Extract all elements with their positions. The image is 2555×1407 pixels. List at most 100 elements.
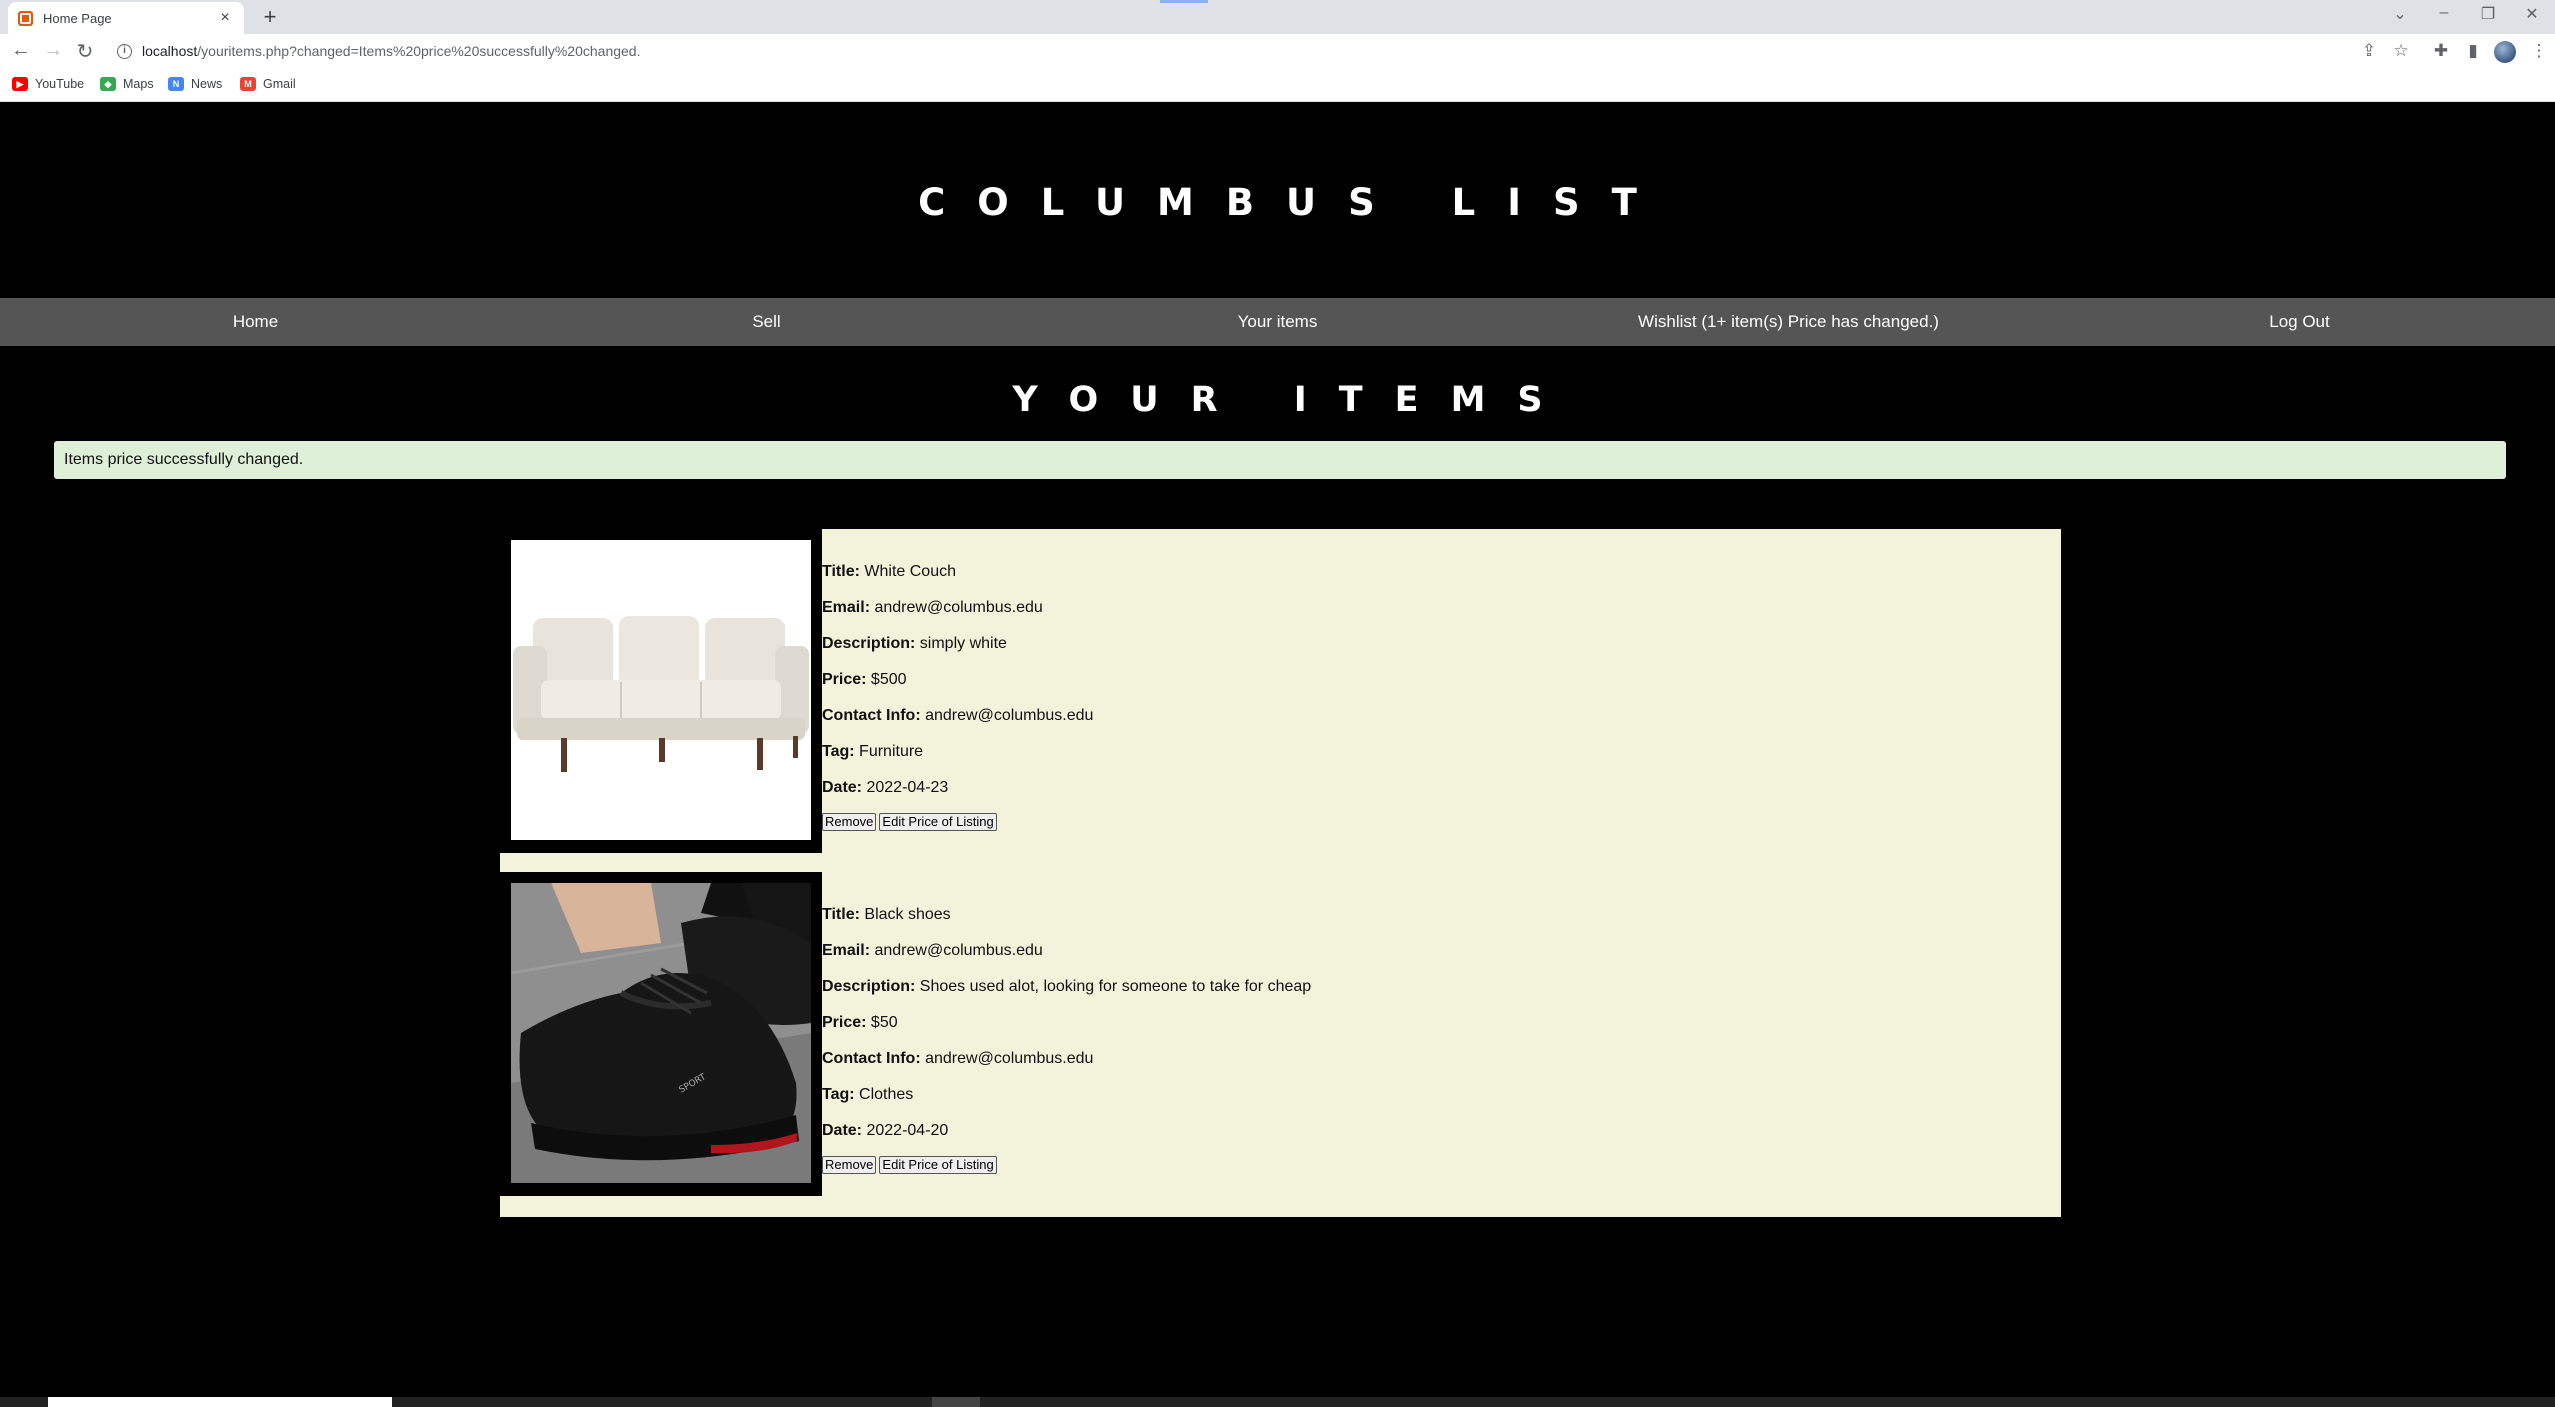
listing-item: SPORT Title: Black shoes Email: andrew@c…	[500, 872, 2061, 1196]
minimize-icon[interactable]: –	[2424, 4, 2464, 22]
bookmark-youtube[interactable]: ▶ YouTube	[12, 77, 84, 91]
side-panel-icon[interactable]: ▮	[2460, 41, 2486, 61]
site-title: COLUMBUS LIST	[918, 181, 1669, 224]
field-label: Email:	[822, 942, 871, 959]
taskbar-segment	[48, 1397, 392, 1407]
listing-date-row: Date: 2022-04-23	[822, 777, 1093, 813]
bookmark-news[interactable]: N News	[168, 77, 222, 91]
browser-toolbar: ← → ↻ i localhost/youritems.php?changed=…	[0, 34, 2555, 70]
listing-description-row: Description: Shoes used alot, looking fo…	[822, 976, 1311, 1012]
field-label: Price:	[822, 1014, 867, 1031]
nav-wishlist[interactable]: Wishlist (1+ item(s) Price has changed.)	[1533, 298, 2044, 346]
close-tab-icon[interactable]: ×	[216, 9, 234, 27]
menu-kebab-icon[interactable]: ⋮	[2526, 41, 2552, 61]
listing-email: andrew@columbus.edu	[874, 599, 1043, 616]
reload-icon[interactable]: ↻	[72, 39, 98, 64]
field-label: Contact Info:	[822, 1050, 921, 1067]
tab-title: Home Page	[43, 10, 112, 26]
listing-price: $50	[870, 1014, 898, 1031]
listing-item: Title: White Couch Email: andrew@columbu…	[500, 529, 2061, 853]
browser-tab-bar: Home Page × + ⌄ – ❐ ✕	[0, 0, 2555, 34]
bookmark-label: YouTube	[35, 77, 85, 91]
restore-icon[interactable]: ❐	[2468, 4, 2508, 24]
listing-date: 2022-04-20	[866, 1122, 949, 1139]
edit-price-button[interactable]: Edit Price of Listing	[879, 1156, 997, 1174]
forward-arrow-icon[interactable]: →	[40, 39, 66, 62]
bookmarks-bar: ▶ YouTube ◆ Maps N News M Gmail	[0, 70, 2555, 102]
listing-tag-row: Tag: Furniture	[822, 741, 1093, 777]
listing-title: White Couch	[864, 563, 956, 580]
bookmark-label: News	[191, 77, 223, 91]
maps-icon: ◆	[100, 77, 116, 91]
listing-date: 2022-04-23	[866, 779, 949, 796]
listing-description: Shoes used alot, looking for someone to …	[919, 978, 1312, 995]
new-tab-icon[interactable]: +	[256, 4, 284, 30]
url-path: /youritems.php?changed=Items%20price%20s…	[197, 43, 641, 59]
listing-email: andrew@columbus.edu	[874, 942, 1043, 959]
field-label: Date:	[822, 779, 863, 796]
taskbar-segment	[932, 1397, 980, 1407]
listing-details: Title: White Couch Email: andrew@columbu…	[822, 561, 1093, 831]
tab-search-icon[interactable]: ⌄	[2380, 4, 2420, 24]
listing-contact-row: Contact Info: andrew@columbus.edu	[822, 705, 1093, 741]
nav-home[interactable]: Home	[0, 298, 511, 346]
back-arrow-icon[interactable]: ←	[8, 39, 34, 62]
page-content: COLUMBUS LIST Home Sell Your items Wishl…	[0, 103, 2555, 1397]
site-info-icon[interactable]: i	[117, 44, 132, 59]
bookmark-label: Maps	[123, 77, 154, 91]
listing-image-frame: SPORT	[500, 872, 822, 1196]
listing-title-row: Title: Black shoes	[822, 904, 1311, 940]
bookmark-gmail[interactable]: M Gmail	[240, 77, 296, 91]
browser-tab[interactable]: Home Page ×	[8, 2, 244, 34]
listing-actions: Remove Edit Price of Listing	[822, 1156, 1311, 1174]
listing-price-row: Price: $50	[822, 1012, 1311, 1048]
remove-button[interactable]: Remove	[822, 813, 877, 831]
nav-sell[interactable]: Sell	[511, 298, 1022, 346]
field-label: Title:	[822, 906, 860, 923]
remove-button[interactable]: Remove	[822, 1156, 877, 1174]
listing-description-row: Description: simply white	[822, 633, 1093, 669]
bookmark-star-icon[interactable]: ☆	[2388, 41, 2414, 61]
listing-image-frame	[500, 529, 822, 853]
field-label: Email:	[822, 599, 871, 616]
address-bar[interactable]: localhost/youritems.php?changed=Items%20…	[142, 43, 640, 59]
listing-tag-row: Tag: Clothes	[822, 1084, 1311, 1120]
youtube-icon: ▶	[12, 77, 28, 91]
couch-image	[511, 540, 811, 840]
listing-email-row: Email: andrew@columbus.edu	[822, 940, 1311, 976]
listing-contact: andrew@columbus.edu	[925, 1050, 1094, 1067]
listing-title-row: Title: White Couch	[822, 561, 1093, 597]
listing-description: simply white	[919, 635, 1007, 652]
field-label: Contact Info:	[822, 707, 921, 724]
bookmark-maps[interactable]: ◆ Maps	[100, 77, 154, 91]
field-label: Description:	[822, 978, 916, 995]
success-alert: Items price successfully changed.	[54, 441, 2506, 479]
listings-container: Title: White Couch Email: andrew@columbu…	[500, 529, 2061, 1217]
news-icon: N	[168, 77, 184, 91]
listing-actions: Remove Edit Price of Listing	[822, 813, 1093, 831]
extensions-icon[interactable]: ✚	[2428, 41, 2454, 61]
gmail-icon: M	[240, 77, 256, 91]
nav-your-items[interactable]: Your items	[1022, 298, 1533, 346]
listing-email-row: Email: andrew@columbus.edu	[822, 597, 1093, 633]
share-icon[interactable]: ⇪	[2356, 41, 2382, 61]
listing-contact-row: Contact Info: andrew@columbus.edu	[822, 1048, 1311, 1084]
listing-tag: Furniture	[859, 743, 924, 760]
field-label: Price:	[822, 671, 867, 688]
listing-contact: andrew@columbus.edu	[925, 707, 1094, 724]
taskbar-strip	[0, 1397, 2555, 1407]
tab-strip-accent	[1160, 0, 1208, 3]
field-label: Tag:	[822, 743, 855, 760]
nav-log-out[interactable]: Log Out	[2044, 298, 2555, 346]
field-label: Description:	[822, 635, 916, 652]
shoes-image: SPORT	[511, 883, 811, 1183]
field-label: Title:	[822, 563, 860, 580]
profile-avatar[interactable]	[2494, 41, 2516, 63]
url-host: localhost	[142, 43, 198, 59]
edit-price-button[interactable]: Edit Price of Listing	[879, 813, 997, 831]
listing-details: Title: Black shoes Email: andrew@columbu…	[822, 904, 1311, 1174]
main-nav: Home Sell Your items Wishlist (1+ item(s…	[0, 298, 2555, 346]
listing-date-row: Date: 2022-04-20	[822, 1120, 1311, 1156]
listing-price-row: Price: $500	[822, 669, 1093, 705]
window-close-icon[interactable]: ✕	[2512, 4, 2552, 24]
